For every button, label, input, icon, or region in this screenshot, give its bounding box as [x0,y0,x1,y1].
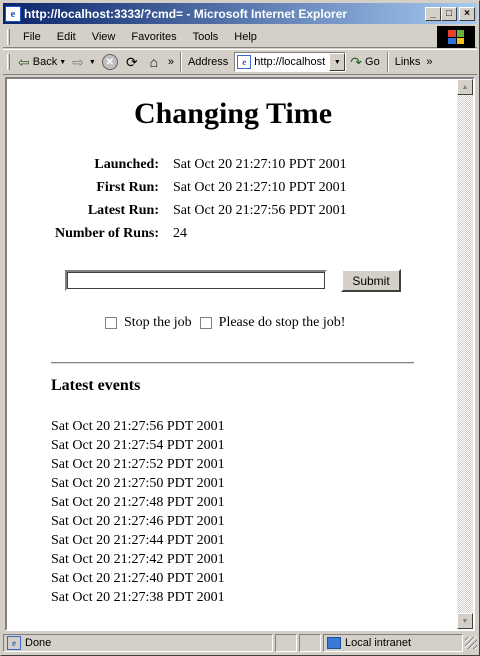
go-label: Go [365,56,380,68]
event-item: Sat Oct 20 21:27:46 PDT 2001 [51,514,225,529]
stop-options: Stop the job Please do stop the job! [105,315,353,331]
event-item: Sat Oct 20 21:27:44 PDT 2001 [51,533,225,548]
maximize-button[interactable]: □ [441,6,457,21]
address-dropdown-button[interactable]: ▼ [329,53,346,71]
menu-help[interactable]: Help [226,29,265,45]
window-title: http://localhost:3333/?cmd= - Microsoft … [24,6,348,21]
command-input[interactable] [65,270,327,291]
stop-job-label: Stop the job [124,315,192,330]
events-list: Sat Oct 20 21:27:56 PDT 2001 Sat Oct 20 … [51,417,225,607]
address-label: Address [187,56,229,68]
job-info-table: Launched: Sat Oct 20 21:27:10 PDT 2001 F… [51,153,351,245]
info-value: 24 [172,225,187,241]
menu-tools[interactable]: Tools [185,29,227,45]
zone-text: Local intranet [345,637,412,649]
event-item: Sat Oct 20 21:27:50 PDT 2001 [51,476,225,491]
info-row-number-of-runs: Number of Runs: 24 [51,222,351,245]
info-row-launched: Launched: Sat Oct 20 21:27:10 PDT 2001 [51,153,351,176]
horizontal-rule [51,362,414,364]
back-label: Back [32,56,58,68]
status-text: Done [25,637,52,649]
go-arrow-icon: ↷ [350,53,363,70]
menu-file[interactable]: File [15,29,49,45]
toolbar-grip[interactable] [7,54,10,70]
info-row-first-run: First Run: Sat Oct 20 21:27:10 PDT 2001 [51,176,351,199]
minimize-button[interactable]: _ [425,6,441,21]
info-value: Sat Oct 20 21:27:10 PDT 2001 [172,179,347,195]
vertical-scrollbar[interactable]: ▲ ▼ [457,79,473,629]
please-stop-job-label: Please do stop the job! [218,315,346,330]
info-label: Number of Runs: [55,225,159,241]
page-done-icon: e [7,636,21,650]
event-item: Sat Oct 20 21:27:40 PDT 2001 [51,571,225,586]
toolbar-separator [179,52,182,72]
event-item: Sat Oct 20 21:27:52 PDT 2001 [51,457,225,472]
info-value: Sat Oct 20 21:27:56 PDT 2001 [172,202,347,218]
page-content: Changing Time Launched: Sat Oct 20 21:27… [7,79,459,629]
menu-bar: File Edit View Favorites Tools Help [3,26,477,48]
event-item: Sat Oct 20 21:27:42 PDT 2001 [51,552,225,567]
info-value: Sat Oct 20 21:27:10 PDT 2001 [172,156,347,172]
events-heading: Latest events [51,377,141,394]
forward-dropdown-icon[interactable]: ▼ [89,59,96,66]
links-more-chevron[interactable]: » [423,51,435,73]
back-dropdown-icon[interactable]: ▼ [59,59,66,66]
status-pane-empty [275,634,297,652]
home-icon[interactable]: ⌂ [146,54,162,70]
event-item: Sat Oct 20 21:27:56 PDT 2001 [51,419,225,434]
status-pane-empty [299,634,321,652]
scroll-up-icon[interactable]: ▲ [457,79,473,95]
close-button[interactable]: × [459,6,475,21]
go-button[interactable]: ↷ Go [346,54,383,71]
refresh-icon[interactable]: ⟳ [124,54,140,70]
page-viewport: Changing Time Launched: Sat Oct 20 21:27… [5,77,475,631]
windows-logo-icon [437,26,475,48]
toolbar-separator [386,52,389,72]
scroll-down-icon[interactable]: ▼ [457,613,473,629]
menu-edit[interactable]: Edit [49,29,84,45]
resize-grip-icon[interactable] [465,637,477,649]
toolbar-grip[interactable] [7,28,10,45]
links-button[interactable]: Links [392,51,424,73]
menu-favorites[interactable]: Favorites [123,29,184,45]
command-form: Submit [65,269,401,292]
menu-view[interactable]: View [84,29,124,45]
toolbar-more-chevron[interactable]: » [165,51,177,73]
intranet-zone-icon [327,637,341,649]
security-zone-pane: Local intranet [323,634,463,652]
page-icon: e [237,55,252,69]
stop-job-checkbox[interactable] [105,317,117,329]
address-bar[interactable]: e http://localhost ▼ [234,52,347,72]
event-item: Sat Oct 20 21:27:38 PDT 2001 [51,590,225,605]
forward-button[interactable]: ⇨ ▼ [69,51,99,73]
status-main-pane: e Done [3,634,273,652]
status-bar: e Done Local intranet [3,633,477,653]
submit-button[interactable]: Submit [341,269,401,292]
back-arrow-icon: ⇦ [18,53,30,70]
event-item: Sat Oct 20 21:27:54 PDT 2001 [51,438,225,453]
info-label: Launched: [94,156,159,172]
event-item: Sat Oct 20 21:27:48 PDT 2001 [51,495,225,510]
back-button[interactable]: ⇦ Back ▼ [15,51,69,73]
info-row-latest-run: Latest Run: Sat Oct 20 21:27:56 PDT 2001 [51,199,351,222]
address-input[interactable]: http://localhost [254,56,329,68]
stop-icon[interactable]: ✕ [101,54,118,70]
please-stop-job-checkbox[interactable] [199,317,212,329]
title-bar[interactable]: e http://localhost:3333/?cmd= - Microsof… [3,3,477,24]
page-title: Changing Time [133,97,333,130]
info-label: Latest Run: [87,202,159,218]
info-label: First Run: [96,179,159,195]
browser-window: e http://localhost:3333/?cmd= - Microsof… [0,0,480,656]
navigation-toolbar: ⇦ Back ▼ ⇨ ▼ ✕ ⟳ ⌂ » Address e http://lo… [3,49,477,75]
ie-page-icon: e [5,5,21,22]
forward-arrow-icon: ⇨ [72,53,84,70]
